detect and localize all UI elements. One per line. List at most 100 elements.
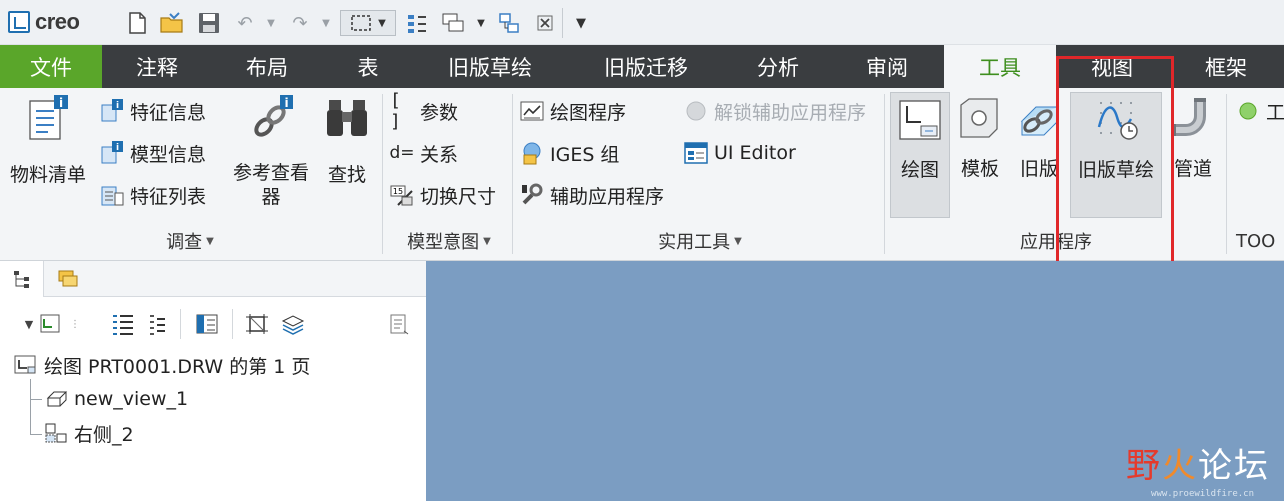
tree-item-label: 右侧_2 [74,423,134,446]
frame-icon[interactable] [244,311,270,337]
redo-dropdown-icon[interactable]: ▼ [313,10,339,36]
parameters-label: 参数 [420,101,459,124]
model-tree-tab[interactable] [0,261,44,297]
reference-viewer-button[interactable]: i 参考查看 器 [226,95,316,220]
reference-viewer-label: 参考查看 [232,162,309,184]
toolbar-separator [180,309,181,339]
investigate-group-label[interactable]: 调查 ▼ [100,228,280,254]
tab-file[interactable]: 文件 [0,45,102,88]
watermark-url: www.proewildfire.cn [1151,489,1254,499]
template-icon [957,96,1003,142]
tab-legacy-sketch[interactable]: 旧版草绘 [414,45,566,88]
model-info-button[interactable]: i 模型信息 [100,136,206,170]
pipeline-icon[interactable] [496,10,522,36]
feature-list-icon [100,183,124,207]
select-box-icon[interactable]: ▼ [340,10,396,36]
unlock-aux-apps-button[interactable]: 解锁辅助应用程序 [684,94,866,128]
settings-sheet-icon[interactable] [386,311,412,337]
bom-icon: i [25,95,71,142]
tab-tools[interactable]: 工具 [944,45,1056,88]
tree-connector [30,379,31,435]
open-folder-icon[interactable] [159,10,185,36]
drawing-sheet-icon[interactable] [38,311,64,337]
toolkit-label-text: TOO [1236,230,1276,252]
piping-button[interactable]: 管道 [1166,92,1220,218]
drawing-app-button[interactable]: 绘图 [890,92,950,218]
aux-apps-button[interactable]: 辅助应用程序 [520,178,664,212]
new-file-icon[interactable] [124,10,150,36]
pipe-icon [1170,96,1216,142]
view-icon [46,391,68,407]
graphics-area[interactable]: 野火论坛 www.proewildfire.cn [426,261,1284,501]
tab-legacy-migration[interactable]: 旧版迁移 [566,45,726,88]
drawing-sheet-icon [14,355,36,374]
svg-text:i: i [116,101,119,111]
tree-row[interactable]: new_view_1 [44,384,188,414]
iges-group-button[interactable]: IGES 组 [520,136,619,170]
toolbar-separator [562,8,563,38]
windows-icon[interactable] [440,10,466,36]
customize-icon[interactable]: ▼ [568,10,594,36]
tree-list-icon[interactable] [110,311,136,337]
layers-icon[interactable] [280,311,306,337]
toolbar-separator [232,309,233,339]
iges-icon [520,141,544,165]
drawing-program-button[interactable]: 绘图程序 [520,94,626,128]
parameters-button[interactable]: [ ] 参数 [390,90,459,132]
group-separator [382,94,383,254]
tab-review[interactable]: 审阅 [830,45,944,88]
model-tree-panel: ▼ ⋮ 绘图 PRT0001.DRW 的第 1 页 new_view_1 右侧_… [0,261,426,501]
ui-editor-button[interactable]: UI Editor [684,136,796,170]
parameters-icon: [ ] [390,90,401,132]
switch-dimensions-button[interactable]: 15 切换尺寸 [390,178,496,212]
tree-root-item[interactable]: 绘图 PRT0001.DRW 的第 1 页 [14,350,310,380]
watermark-char-3: 论坛 [1198,446,1270,486]
tab-layout[interactable]: 布局 [212,45,322,88]
tab-analysis[interactable]: 分析 [726,45,830,88]
save-icon[interactable] [196,10,222,36]
utilities-label-text: 实用工具 [658,232,731,253]
toolkit-item-label: 工 [1266,101,1284,124]
ui-editor-label: UI Editor [714,142,796,164]
tree-columns-icon[interactable] [194,311,220,337]
investigate-label-text: 调查 [166,232,203,253]
bom-button[interactable]: i 物料清单 [4,95,92,216]
tree-row[interactable]: 右侧_2 [44,418,134,448]
tab-table[interactable]: 表 [322,45,414,88]
tree-icon [13,271,29,288]
tree-filter-icon[interactable] [144,311,170,337]
feature-info-button[interactable]: i 特征信息 [100,94,206,128]
watermark-char-1: 野 [1126,446,1162,486]
toolkit-item-button[interactable]: 工 [1236,94,1284,128]
relations-label: 关系 [420,143,459,166]
relations-icon: d= [389,143,415,163]
layers-tab[interactable] [46,261,90,297]
model-info-label: 模型信息 [130,143,207,166]
drawing-app-icon [897,97,943,143]
tab-annotate[interactable]: 注释 [102,45,212,88]
logo-text: creo [35,9,80,34]
creo-window: creo ↶ ▼ ↷ ▼ ▼ ▼ ▼ 文件 注释 布局 表 旧版草绘 旧版迁移 … [0,0,1284,501]
projection-view-icon [45,423,67,443]
utilities-group-label[interactable]: 实用工具 ▼ [590,228,810,254]
find-button[interactable]: 查找 [318,96,376,216]
unlock-aux-apps-label: 解锁辅助应用程序 [714,101,867,124]
redo-icon[interactable]: ↷ [287,10,313,36]
undo-dropdown-icon[interactable]: ▼ [258,10,284,36]
tab-frame[interactable]: 框架 [1168,45,1284,88]
undo-icon[interactable]: ↶ [232,10,258,36]
regenerate-icon[interactable] [404,10,430,36]
close-window-icon[interactable] [532,10,558,36]
toolkit-group-label: TOO [1236,228,1284,254]
relations-button[interactable]: d= 关系 [389,136,459,170]
model-intent-group-label[interactable]: 模型意图 ▼ [384,228,514,254]
svg-text:i: i [59,96,63,110]
template-label: 模板 [960,158,999,180]
template-button[interactable]: 模板 [954,92,1006,218]
chevron-down-icon: ▼ [483,235,491,247]
watermark-char-2: 火 [1162,446,1198,486]
tree-toolbar: ▼ ⋮ [0,297,426,351]
windows-dropdown-icon[interactable]: ▼ [468,10,494,36]
feature-list-button[interactable]: 特征列表 [100,178,206,212]
chevron-down-icon: ▼ [206,235,214,247]
